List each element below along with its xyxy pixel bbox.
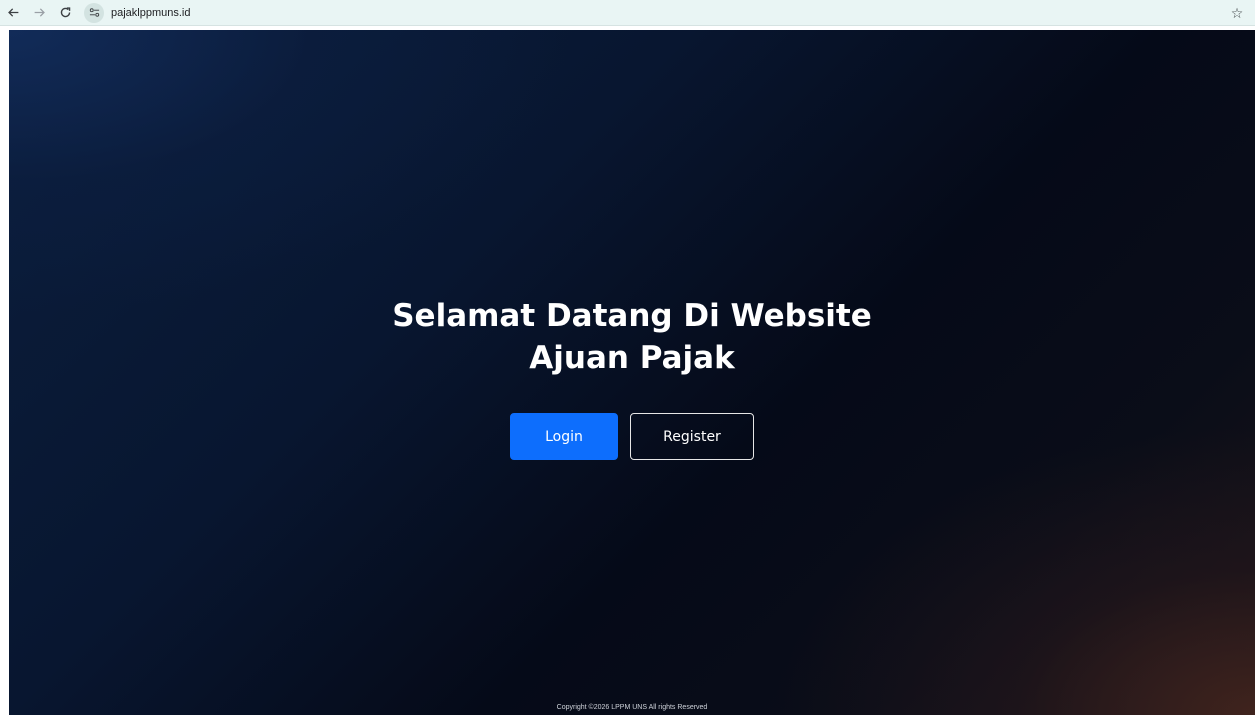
- page-title: Selamat Datang Di Website Ajuan Pajak: [9, 295, 1255, 379]
- back-button[interactable]: [0, 0, 26, 26]
- landing-page: Selamat Datang Di Website Ajuan Pajak Lo…: [9, 30, 1255, 715]
- page-title-line1: Selamat Datang Di Website: [392, 298, 872, 334]
- tune-icon: [89, 8, 99, 17]
- register-button[interactable]: Register: [630, 413, 754, 460]
- page-title-line2: Ajuan Pajak: [529, 340, 735, 376]
- hero-section: Selamat Datang Di Website Ajuan Pajak: [9, 295, 1255, 379]
- arrow-left-icon: [7, 8, 18, 17]
- reload-button[interactable]: [52, 0, 78, 26]
- url-text[interactable]: pajaklppmuns.id: [111, 7, 191, 19]
- address-bar[interactable]: pajaklppmuns.id: [84, 2, 191, 23]
- arrow-right-icon: [34, 8, 45, 17]
- site-info-button[interactable]: [84, 2, 104, 23]
- forward-button[interactable]: [26, 0, 52, 26]
- bookmark-button[interactable]: ☆: [1225, 0, 1249, 26]
- auth-actions: Login Register: [9, 413, 1255, 460]
- login-button[interactable]: Login: [510, 413, 618, 460]
- browser-toolbar: pajaklppmuns.id ☆: [0, 0, 1255, 26]
- reload-icon: [60, 7, 70, 18]
- star-icon: ☆: [1230, 4, 1244, 21]
- footer-copyright: Copyright ©2026 LPPM UNS All rights Rese…: [556, 704, 708, 711]
